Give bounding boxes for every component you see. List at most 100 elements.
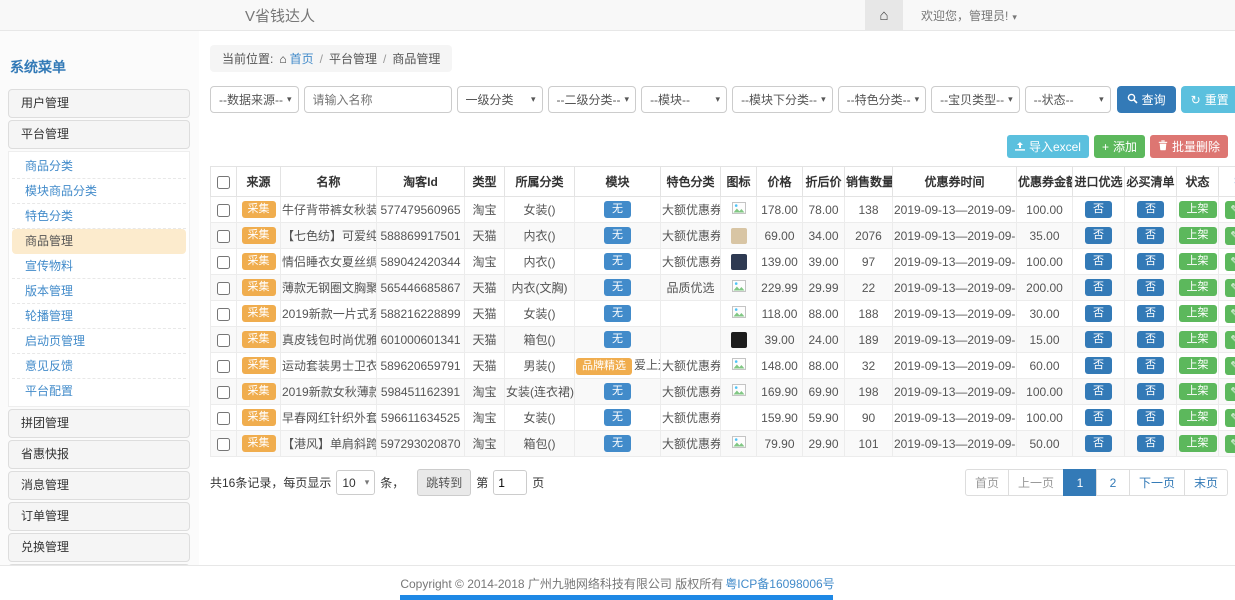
row-checkbox[interactable]: [217, 282, 230, 295]
status-toggle[interactable]: 上架: [1179, 331, 1217, 348]
status-toggle[interactable]: 上架: [1179, 279, 1217, 296]
name-search-input[interactable]: [304, 86, 452, 113]
product-category: 箱包(): [505, 431, 575, 457]
import-select-toggle[interactable]: 否: [1085, 409, 1112, 426]
sidebar-group-3[interactable]: 省惠快报: [8, 440, 190, 469]
status-toggle[interactable]: 上架: [1179, 305, 1217, 322]
module-none-badge: 无: [604, 253, 631, 270]
row-checkbox[interactable]: [217, 412, 230, 425]
edit-button[interactable]: ✎: [1225, 435, 1235, 453]
breadcrumb-home-link[interactable]: 首页: [290, 52, 314, 66]
must-buy-toggle[interactable]: 否: [1137, 357, 1164, 374]
sidebar-item-1-3[interactable]: 商品管理: [12, 229, 186, 254]
import-select-toggle[interactable]: 否: [1085, 435, 1112, 452]
filter-select-4[interactable]: --模块--▾: [641, 86, 727, 113]
page-number-button[interactable]: 1: [1063, 469, 1097, 496]
row-checkbox[interactable]: [217, 204, 230, 217]
batch-delete-button[interactable]: 批量删除: [1150, 135, 1228, 158]
status-toggle[interactable]: 上架: [1179, 201, 1217, 218]
must-buy-toggle[interactable]: 否: [1137, 383, 1164, 400]
select-all-checkbox[interactable]: [217, 176, 230, 189]
must-buy-toggle[interactable]: 否: [1137, 227, 1164, 244]
import-select-toggle[interactable]: 否: [1085, 357, 1112, 374]
page-last-button[interactable]: 末页: [1184, 469, 1228, 496]
sidebar-group-4[interactable]: 消息管理: [8, 471, 190, 500]
sidebar-group-0[interactable]: 用户管理: [8, 89, 190, 118]
edit-button[interactable]: ✎: [1225, 279, 1235, 297]
page-next-button[interactable]: 下一页: [1129, 469, 1185, 496]
import-select-toggle[interactable]: 否: [1085, 279, 1112, 296]
sidebar-group-1[interactable]: 平台管理: [8, 120, 190, 149]
filter-select-8[interactable]: --状态--▾: [1025, 86, 1111, 113]
sidebar-item-1-9[interactable]: 平台配置: [12, 379, 186, 404]
edit-button[interactable]: ✎: [1225, 305, 1235, 323]
must-buy-toggle[interactable]: 否: [1137, 409, 1164, 426]
edit-button[interactable]: ✎: [1225, 383, 1235, 401]
page-prev-button[interactable]: 上一页: [1008, 469, 1064, 496]
must-buy-toggle[interactable]: 否: [1137, 435, 1164, 452]
sidebar-item-1-2[interactable]: 特色分类: [12, 204, 186, 229]
user-menu[interactable]: 欢迎您，管理员!▾: [921, 7, 1017, 24]
edit-button[interactable]: ✎: [1225, 201, 1235, 219]
page-number-button[interactable]: 2: [1096, 469, 1130, 496]
status-toggle[interactable]: 上架: [1179, 409, 1217, 426]
import-select-toggle[interactable]: 否: [1085, 253, 1112, 270]
home-button[interactable]: ⌂: [865, 0, 903, 30]
edit-button[interactable]: ✎: [1225, 409, 1235, 427]
import-select-toggle[interactable]: 否: [1085, 331, 1112, 348]
must-buy-toggle[interactable]: 否: [1137, 305, 1164, 322]
import-select-toggle[interactable]: 否: [1085, 227, 1112, 244]
chevron-down-icon: ▾: [1099, 94, 1104, 105]
sidebar-item-1-6[interactable]: 轮播管理: [12, 304, 186, 329]
status-toggle[interactable]: 上架: [1179, 253, 1217, 270]
must-buy-toggle[interactable]: 否: [1137, 279, 1164, 296]
reset-button[interactable]: ↻ 重置: [1181, 86, 1235, 113]
status-toggle[interactable]: 上架: [1179, 383, 1217, 400]
edit-button[interactable]: ✎: [1225, 357, 1235, 375]
must-buy-toggle[interactable]: 否: [1137, 253, 1164, 270]
row-checkbox[interactable]: [217, 360, 230, 373]
row-checkbox[interactable]: [217, 334, 230, 347]
row-checkbox[interactable]: [217, 256, 230, 269]
sidebar-item-1-0[interactable]: 商品分类: [12, 154, 186, 179]
filter-select-3[interactable]: --二级分类--▾: [548, 86, 637, 113]
sidebar-item-1-4[interactable]: 宣传物料: [12, 254, 186, 279]
per-page-select[interactable]: 10 ▾: [336, 470, 375, 495]
filter-select-2[interactable]: 一级分类▾: [457, 86, 543, 113]
module-none-badge: 无: [604, 409, 631, 426]
row-checkbox[interactable]: [217, 438, 230, 451]
import-excel-button[interactable]: 导入excel: [1007, 135, 1089, 158]
column-header-11: 销售数量: [845, 167, 893, 197]
sidebar-item-1-8[interactable]: 意见反馈: [12, 354, 186, 379]
sidebar-group-6[interactable]: 兑换管理: [8, 533, 190, 562]
status-toggle[interactable]: 上架: [1179, 227, 1217, 244]
filter-select-7[interactable]: --宝贝类型--▾: [931, 86, 1020, 113]
filter-select-5[interactable]: --模块下分类--▾: [732, 86, 833, 113]
sidebar-item-1-7[interactable]: 启动页管理: [12, 329, 186, 354]
edit-button[interactable]: ✎: [1225, 253, 1235, 271]
row-checkbox[interactable]: [217, 386, 230, 399]
must-buy-toggle[interactable]: 否: [1137, 331, 1164, 348]
search-button[interactable]: 查询: [1117, 86, 1176, 113]
filter-select-0[interactable]: --数据来源--▾: [210, 86, 299, 113]
sidebar-group-2[interactable]: 拼团管理: [8, 409, 190, 438]
must-buy-toggle[interactable]: 否: [1137, 201, 1164, 218]
status-toggle[interactable]: 上架: [1179, 435, 1217, 452]
icp-link[interactable]: 粤ICP备16098006号: [725, 575, 834, 592]
add-button[interactable]: + 添加: [1094, 135, 1145, 158]
row-checkbox[interactable]: [217, 308, 230, 321]
taoke-id: 597293020870: [377, 431, 465, 457]
row-checkbox[interactable]: [217, 230, 230, 243]
import-select-toggle[interactable]: 否: [1085, 305, 1112, 322]
status-toggle[interactable]: 上架: [1179, 357, 1217, 374]
jump-page-input[interactable]: [493, 470, 527, 495]
filter-select-6[interactable]: --特色分类--▾: [838, 86, 927, 113]
page-first-button[interactable]: 首页: [965, 469, 1009, 496]
import-select-toggle[interactable]: 否: [1085, 383, 1112, 400]
sidebar-item-1-5[interactable]: 版本管理: [12, 279, 186, 304]
sidebar-item-1-1[interactable]: 模块商品分类: [12, 179, 186, 204]
edit-button[interactable]: ✎: [1225, 331, 1235, 349]
edit-button[interactable]: ✎: [1225, 227, 1235, 245]
import-select-toggle[interactable]: 否: [1085, 201, 1112, 218]
sidebar-group-5[interactable]: 订单管理: [8, 502, 190, 531]
